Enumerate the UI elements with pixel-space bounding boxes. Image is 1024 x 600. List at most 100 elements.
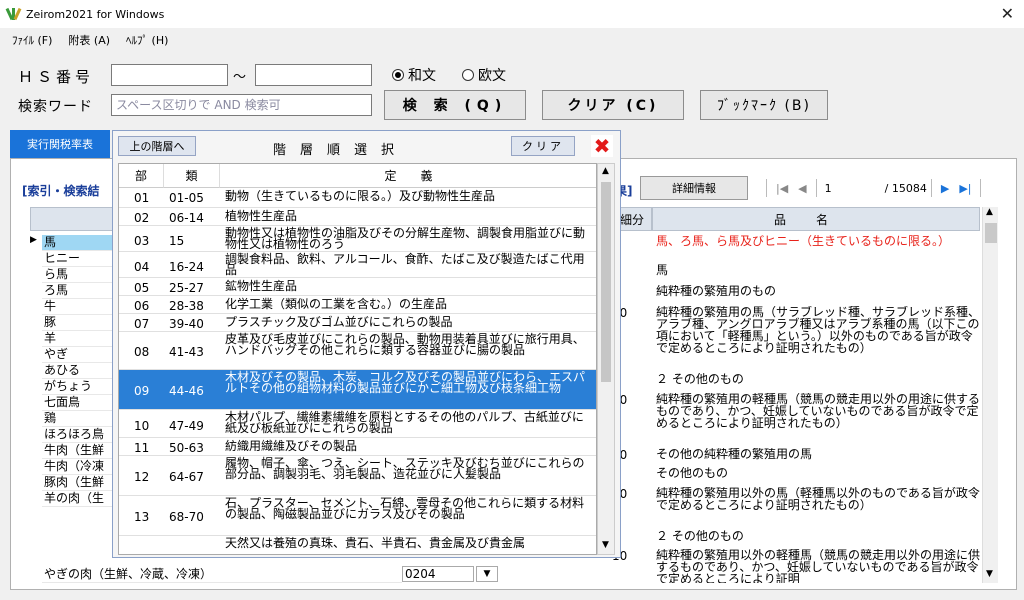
- first-page-icon[interactable]: |◀: [776, 182, 788, 195]
- item-name-cell: 馬: [656, 264, 669, 277]
- part-cell: 12: [134, 470, 150, 484]
- popup-scrollbar[interactable]: ▲ ▼: [597, 163, 615, 555]
- definition-cell: 動物（生きているものに限る。）及び動物性生産品: [225, 189, 496, 203]
- class-cell: 41-43: [169, 345, 204, 359]
- part-cell: 01: [134, 191, 150, 205]
- part-cell: 04: [134, 260, 150, 274]
- definition-cell: 天然又は養殖の真珠、貴石、半貴石、貴金属及び貴金属: [225, 536, 526, 550]
- radio-english-label: 欧文: [478, 68, 506, 84]
- scroll-down-icon[interactable]: ▼: [602, 540, 609, 550]
- next-page-icon[interactable]: ▶: [941, 182, 949, 195]
- part-cell: 13: [134, 510, 150, 524]
- class-cell: 50-63: [169, 441, 204, 455]
- radio-japanese-dot[interactable]: [392, 69, 404, 81]
- scroll-up-icon[interactable]: ▲: [602, 166, 609, 176]
- scroll-up-icon[interactable]: ▲: [986, 207, 993, 217]
- item-name-cell: その他の純粋種の繁殖用の馬: [656, 448, 813, 461]
- part-cell: 10: [134, 419, 150, 433]
- class-cell: 15: [169, 234, 185, 248]
- item-name-header: 品名: [652, 207, 980, 231]
- list-item[interactable]: 馬: [42, 235, 115, 251]
- title-bar: Zeirom2021 for Windows ✕: [0, 0, 1024, 28]
- window-title: Zeirom2021 for Windows: [26, 7, 165, 21]
- scroll-down-icon[interactable]: ▼: [986, 569, 993, 579]
- table-row[interactable]: 05 25-27 鉱物性生産品: [119, 278, 596, 296]
- table-row[interactable]: 04 16-24 調製食料品、飲料、アルコール、食酢、たばこ及び製造たばこ代用品: [119, 252, 596, 278]
- bookmark-button[interactable]: ﾌﾞｯｸﾏｰｸ (B): [700, 90, 828, 120]
- part-cell: 11: [134, 441, 150, 455]
- search-button[interactable]: 検 索 (Q): [384, 90, 526, 120]
- definition-cell: 化学工業（類似の工業を含む。）の生産品: [225, 297, 448, 311]
- hierarchy-table: 部 類 定 義 01 01-05 動物（生きているものに限る。）及び動物性生産品…: [118, 163, 597, 555]
- part-header: 部: [119, 164, 164, 188]
- class-cell: 47-49: [169, 419, 204, 433]
- table-row[interactable]: 12 64-67 履物、帽子、傘、つえ、シート、ステッキ及びむち並びにこれらの部…: [119, 456, 596, 496]
- item-name-cell: 純粋種の繁殖用のもの: [656, 285, 777, 298]
- detail-info-button[interactable]: 詳細情報: [640, 176, 748, 200]
- menu-help[interactable]: ﾍﾙﾌﾟ (H): [126, 32, 168, 48]
- hierarchy-select-popup: 上の階層へ 階層順選択 クリア ✖ 部 類 定 義 01 01-05 動物（生き…: [112, 130, 621, 558]
- chevron-down-icon[interactable]: ▼: [476, 566, 498, 582]
- hs-from-input[interactable]: [111, 64, 228, 86]
- definition-cell: 皮革及び毛皮並びにこれらの製品、動物用装着具並びに旅行用具、ハンドバッグその他こ…: [225, 332, 585, 357]
- table-row[interactable]: 08 41-43 皮革及び毛皮並びにこれらの製品、動物用装着具並びに旅行用具、ハ…: [119, 332, 596, 370]
- table-row[interactable]: 10 47-49 木材パルプ、繊維素繊維を原料とするその他のパルプ、古紙並びに紙…: [119, 410, 596, 438]
- table-row[interactable]: 02 06-14 植物性生産品: [119, 208, 596, 226]
- class-cell: 64-67: [169, 470, 204, 484]
- close-window-icon[interactable]: ✕: [1001, 4, 1014, 23]
- page-total: / 15084: [884, 181, 927, 195]
- table-row[interactable]: 06 28-38 化学工業（類似の工業を含む。）の生産品: [119, 296, 596, 314]
- item-name-cell: その他のもの: [656, 467, 729, 480]
- definition-cell: 鉱物性生産品: [225, 279, 298, 293]
- popup-clear-button[interactable]: クリア: [511, 136, 575, 156]
- pager-separator: [766, 179, 767, 197]
- radio-japanese[interactable]: 和文: [392, 65, 436, 85]
- pager-separator: [980, 179, 982, 197]
- class-cell: 06-14: [169, 211, 204, 225]
- current-row-marker-icon: ▶: [30, 235, 37, 245]
- definition-cell: 動物性又は植物性の油脂及びその分解生産物、調製食用脂並びに動物性又は植物性のろう: [225, 226, 586, 251]
- definition-cell: 木材及びその製品、木炭、コルク及びその製品並びにわら、エスパルトその他の組物材料…: [225, 370, 586, 395]
- hs-code-cell[interactable]: 0204: [402, 566, 474, 582]
- scrollbar-thumb[interactable]: [601, 182, 611, 382]
- range-separator: ～: [233, 70, 247, 85]
- menu-bar: ﾌｧｲﾙ (F) 附表 (A) ﾍﾙﾌﾟ (H): [0, 30, 172, 50]
- results-scrollbar[interactable]: ▲ ▼: [982, 207, 998, 583]
- clear-button[interactable]: クリア (C): [542, 90, 684, 120]
- part-cell: 05: [134, 281, 150, 295]
- definition-header: 定 義: [220, 164, 596, 188]
- prev-page-icon[interactable]: ◀: [798, 182, 806, 195]
- class-cell: 28-38: [169, 299, 204, 313]
- table-row-selected[interactable]: 09 44-46 木材及びその製品、木炭、コルク及びその製品並びにわら、エスパル…: [119, 370, 596, 410]
- table-row[interactable]: 天然又は養殖の真珠、貴石、半貴石、貴金属及び貴金属: [119, 536, 596, 554]
- page-current[interactable]: 1: [825, 182, 885, 195]
- scrollbar-thumb[interactable]: [985, 223, 997, 243]
- part-cell: 09: [134, 384, 150, 398]
- results-title: [索引・検索結: [22, 184, 100, 198]
- hs-to-input[interactable]: [255, 64, 372, 86]
- table-row[interactable]: 07 39-40 プラスチック及びゴム並びにこれらの製品: [119, 314, 596, 332]
- close-icon[interactable]: ✖: [591, 134, 613, 158]
- last-page-icon[interactable]: ▶|: [959, 182, 971, 195]
- keyword-label: 検索ワード: [18, 99, 93, 115]
- menu-appendix[interactable]: 附表 (A): [68, 32, 110, 48]
- list-item[interactable]: やぎの肉（生鮮、冷蔵、冷凍）: [42, 567, 402, 583]
- table-row[interactable]: 01 01-05 動物（生きているものに限る。）及び動物性生産品: [119, 188, 596, 208]
- radio-english-dot[interactable]: [462, 69, 474, 81]
- radio-english[interactable]: 欧文: [462, 65, 506, 85]
- class-cell: 16-24: [169, 260, 204, 274]
- item-name-cell: 馬、ろ馬、ら馬及びヒニー（生きているものに限る。）: [656, 235, 951, 248]
- tab-tariff-schedule[interactable]: 実行関税率表: [10, 130, 110, 158]
- app-icon: [5, 7, 22, 21]
- menu-file[interactable]: ﾌｧｲﾙ (F): [12, 32, 52, 48]
- part-cell: 08: [134, 345, 150, 359]
- definition-cell: 履物、帽子、傘、つえ、シート、ステッキ及びむち並びにこれらの部分品、調製羽毛、羽…: [225, 456, 585, 481]
- pager: |◀ ◀ 1 / 15084 ▶ ▶|: [762, 176, 985, 200]
- table-row[interactable]: 03 15 動物性又は植物性の油脂及びその分解生産物、調製食用脂並びに動物性又は…: [119, 226, 596, 252]
- keyword-input[interactable]: スペース区切りで AND 検索可: [111, 94, 372, 116]
- table-row[interactable]: 13 68-70 石、プラスター、セメント、石綿、雲母その他これらに類する材料の…: [119, 496, 596, 536]
- definition-cell: 木材パルプ、繊維素繊維を原料とするその他のパルプ、古紙並びに紙及び板紙並びにこれ…: [225, 410, 584, 435]
- table-row[interactable]: 11 50-63 紡織用繊維及びその製品: [119, 438, 596, 456]
- part-cell: 03: [134, 234, 150, 248]
- up-level-button[interactable]: 上の階層へ: [118, 136, 196, 156]
